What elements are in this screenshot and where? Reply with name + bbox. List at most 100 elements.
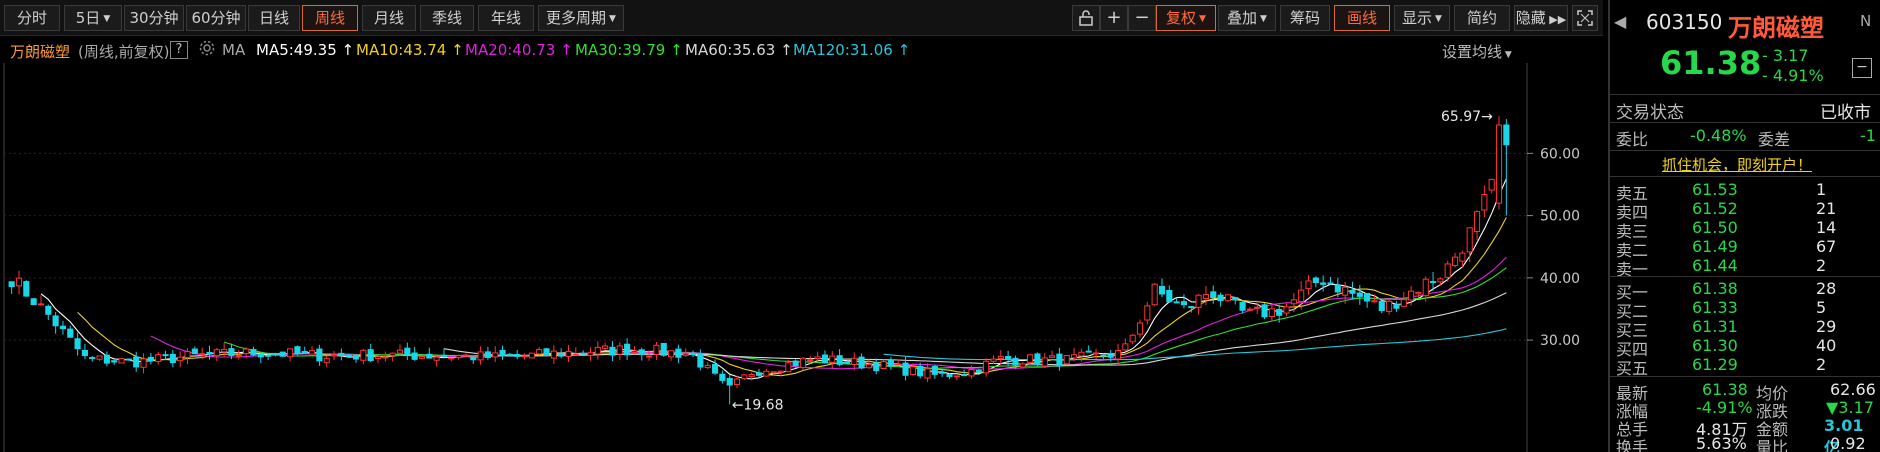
price-axis: 30.00 40.00 50.00 60.00 (1527, 146, 1580, 349)
period-tab-5day[interactable]: 5日 ▼ (64, 5, 122, 31)
candle (250, 346, 257, 357)
candle-body (777, 370, 785, 373)
candle (602, 342, 609, 351)
candle-body (382, 356, 389, 359)
ask-row: 卖三 61.50 14 (1616, 218, 1837, 241)
candle (23, 280, 30, 297)
candle-body (213, 349, 220, 357)
zoom-in-icon[interactable]: + (1100, 5, 1128, 31)
candle-body (1451, 256, 1459, 266)
candle (990, 355, 997, 365)
candle-body (59, 325, 67, 329)
candle-body (909, 366, 916, 375)
period-tab-quarterly[interactable]: 季线 (420, 5, 474, 31)
candlestick-chart[interactable]: 30.00 40.00 50.00 60.00 65.97→ ←19.68 (0, 63, 1603, 452)
candle-body (1078, 351, 1085, 357)
candle-body (653, 344, 660, 355)
ma-line-ma120 (883, 328, 1507, 361)
candle-body (352, 355, 360, 360)
period-tab-daily[interactable]: 日线 (248, 5, 300, 31)
candle-body (902, 362, 909, 376)
period-tab-intraday[interactable]: 分时 (4, 5, 60, 31)
candle-body (1283, 306, 1290, 314)
candle-body (741, 374, 748, 380)
candle (257, 352, 264, 364)
gear-icon[interactable] (198, 39, 216, 61)
candle (345, 354, 352, 357)
hide-button[interactable]: 隐藏 ▶▶ (1514, 5, 1568, 31)
candle-body (946, 373, 953, 377)
chart-toolbar: 分时 5日 ▼ 30分钟 60分钟 日线 周线 月线 季线 年线 更多周期 ▼ + … (0, 0, 1603, 36)
period-tab-30min[interactable]: 30分钟 (124, 5, 184, 31)
candle (287, 348, 294, 362)
candle (821, 350, 829, 364)
candle-body (1342, 286, 1349, 296)
candle-body (338, 352, 345, 356)
candle (103, 351, 110, 367)
candle-body (939, 371, 946, 374)
overlay-dropdown[interactable]: 叠加 ▼ (1218, 5, 1276, 31)
candle (352, 354, 360, 363)
candle-body (1290, 299, 1297, 305)
candle-body (1005, 355, 1012, 360)
prev-stock-icon[interactable]: ◀ (1614, 12, 1626, 31)
candle-body (1386, 300, 1393, 312)
ma30-value: MA30:39.79 ↑ (575, 41, 683, 59)
candle-body (1166, 290, 1173, 303)
candle (1041, 352, 1048, 368)
y-tick-label: 40.00 (1540, 271, 1580, 287)
candle-body (1158, 285, 1166, 295)
candle (1268, 305, 1275, 322)
bid-row: 买四 61.30 40 (1616, 336, 1837, 359)
help-icon[interactable]: ? (170, 41, 188, 59)
candle (704, 362, 711, 370)
simple-mode-button[interactable]: 简约 (1454, 5, 1510, 31)
candle (1254, 300, 1261, 314)
candle-body (1232, 297, 1239, 301)
candle (59, 320, 67, 335)
candle-body (1056, 353, 1063, 367)
ma5-value: MA5:49.35 ↑ (256, 41, 355, 59)
ma-settings-dropdown[interactable]: 设置均线 ▼ (1442, 41, 1512, 62)
candle-body (1151, 283, 1158, 306)
fullscreen-icon[interactable] (1572, 5, 1598, 31)
candle (1481, 185, 1488, 218)
weibi-label: 委比 (1616, 130, 1649, 149)
stock-name-label: 万朗磁塑 (10, 43, 71, 61)
lock-icon[interactable] (1072, 5, 1100, 31)
more-periods-dropdown[interactable]: 更多周期 ▼ (538, 5, 624, 31)
candle-body (1437, 278, 1444, 283)
candle (609, 341, 616, 362)
candle (616, 342, 623, 361)
zoom-out-icon[interactable]: − (1128, 5, 1156, 31)
candle-body (931, 365, 938, 375)
candle (1034, 352, 1041, 366)
candle-body (191, 348, 198, 355)
next-stock-icon[interactable]: N (1860, 12, 1871, 30)
draw-lines-button[interactable]: 画线 (1334, 5, 1390, 31)
candle (155, 351, 162, 365)
adjust-rights-dropdown[interactable]: 复权 ▼ (1156, 5, 1216, 31)
candle (440, 348, 448, 359)
candle (521, 353, 528, 360)
display-dropdown[interactable]: 显示 ▼ (1394, 5, 1450, 31)
period-tab-yearly[interactable]: 年线 (478, 5, 534, 31)
candle (1217, 292, 1224, 307)
stats-row: 涨幅 -4.91% 涨跌 ▼3.17 (1616, 398, 1874, 421)
candle-body (580, 352, 587, 355)
weicha-label: 委差 (1758, 130, 1791, 149)
period-tab-60min[interactable]: 60分钟 (186, 5, 246, 31)
divider (1610, 176, 1880, 177)
period-tab-monthly[interactable]: 月线 (362, 5, 416, 31)
candle (184, 348, 191, 364)
candle (221, 342, 228, 358)
period-tab-weekly[interactable]: 周线 (302, 5, 358, 31)
collapse-icon[interactable]: − (1852, 58, 1872, 78)
open-account-link[interactable]: 抓住机会，即刻开户！ (1662, 154, 1812, 175)
candle (455, 354, 462, 360)
candle (470, 356, 477, 364)
candle (697, 349, 704, 371)
candle (1451, 252, 1459, 268)
candle-body (770, 371, 777, 374)
chips-button[interactable]: 筹码 (1280, 5, 1330, 31)
